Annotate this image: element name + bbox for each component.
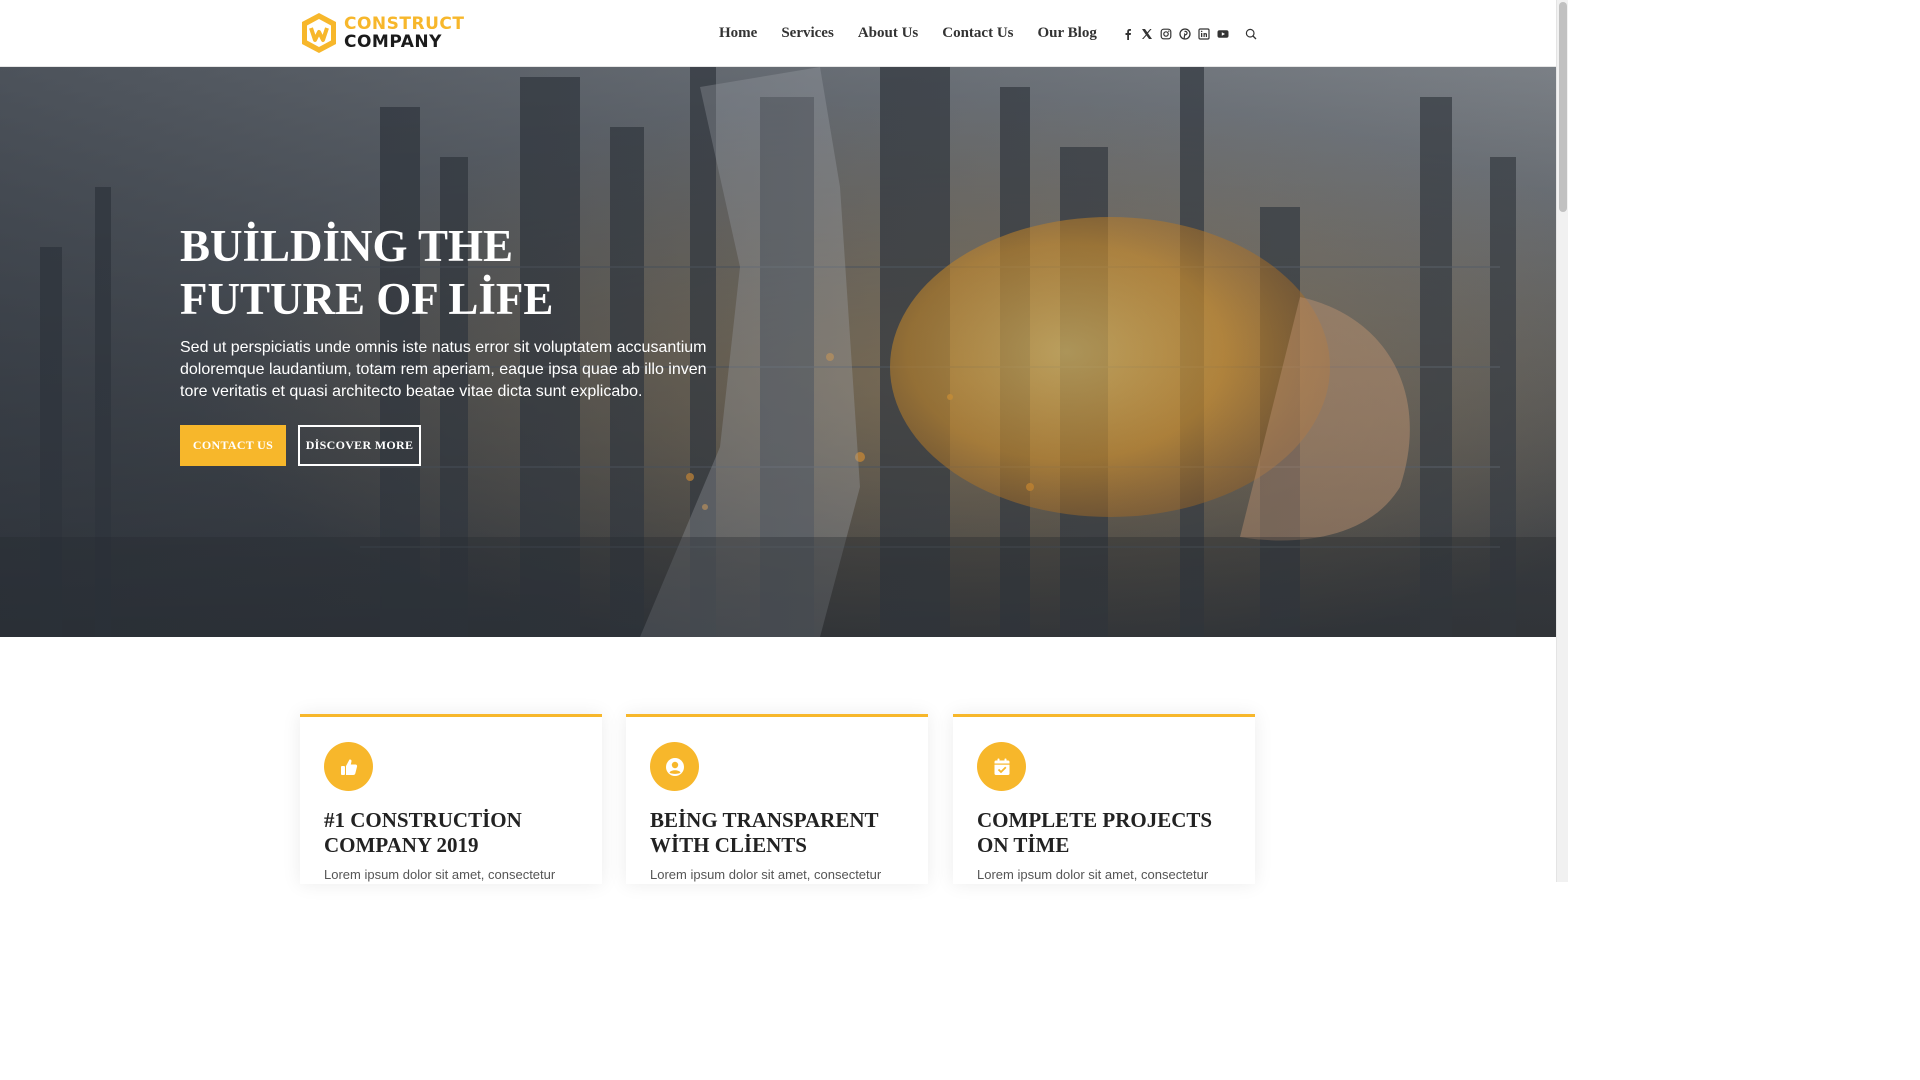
user-circle-icon: [650, 742, 699, 791]
calendar-check-icon: [977, 742, 1026, 791]
instagram-icon[interactable]: [1160, 28, 1172, 40]
linkedin-icon[interactable]: [1198, 27, 1210, 40]
hero-description: Sed ut perspiciatis unde omnis iste natu…: [180, 339, 707, 400]
feature-title-line1: BEİNG TRANSPARENT: [650, 808, 879, 832]
contact-us-button[interactable]: CONTACT US: [180, 425, 286, 466]
site-header: CONSTRUCT COMPANY Home Services About Us…: [0, 0, 1556, 67]
social-links: [1122, 0, 1257, 67]
youtube-icon[interactable]: [1217, 28, 1229, 40]
feature-title-line1: COMPLETE PROJECTS: [977, 808, 1213, 832]
hero-title-line2: FUTURE OF LİFE: [180, 274, 554, 324]
feature-card: #1 CONSTRUCTİON COMPANY 2019 Lorem ipsum…: [300, 714, 602, 884]
scrollbar-thumb[interactable]: [1559, 2, 1567, 212]
search-icon[interactable]: [1245, 28, 1257, 40]
feature-card: COMPLETE PROJECTS ON TİME Lorem ipsum do…: [953, 714, 1255, 884]
feature-title: #1 CONSTRUCTİON COMPANY 2019: [324, 808, 584, 858]
x-twitter-icon[interactable]: [1141, 28, 1153, 40]
feature-title-line2: WİTH CLİENTS: [650, 833, 807, 857]
feature-text: Lorem ipsum dolor sit amet, consectetur: [650, 867, 882, 882]
feature-title: COMPLETE PROJECTS ON TİME: [977, 808, 1237, 858]
hero-section: BUİLDİNG THE FUTURE OF LİFE Sed ut persp…: [0, 67, 1556, 637]
page-scrollbar[interactable]: [1556, 0, 1568, 882]
nav-services[interactable]: Services: [769, 25, 845, 42]
thumbs-up-icon: [324, 742, 373, 791]
construct-logo-mark: [302, 13, 336, 53]
nav-our-blog[interactable]: Our Blog: [1026, 25, 1109, 42]
feature-text: Lorem ipsum dolor sit amet, consectetur: [977, 867, 1209, 882]
hero-title: BUİLDİNG THE FUTURE OF LİFE: [180, 220, 740, 326]
site-logo[interactable]: CONSTRUCT COMPANY: [300, 12, 464, 54]
nav-contact-us[interactable]: Contact Us: [930, 25, 1025, 42]
logo-text-company: COMPANY: [344, 32, 442, 52]
main-nav: Home Services About Us Contact Us Our Bl…: [707, 0, 1109, 67]
feature-text: Lorem ipsum dolor sit amet, consectetur: [324, 867, 556, 882]
feature-title-line2: COMPANY 2019: [324, 833, 479, 857]
nav-home[interactable]: Home: [707, 25, 769, 42]
facebook-icon[interactable]: [1122, 28, 1134, 40]
logo-text-construct: CONSTRUCT: [344, 14, 465, 34]
feature-title: BEİNG TRANSPARENT WİTH CLİENTS: [650, 808, 910, 858]
discover-more-button[interactable]: DİSCOVER MORE: [298, 425, 421, 466]
nav-about-us[interactable]: About Us: [846, 25, 930, 42]
feature-title-line2: ON TİME: [977, 833, 1070, 857]
pinterest-icon[interactable]: [1179, 27, 1191, 40]
feature-card: BEİNG TRANSPARENT WİTH CLİENTS Lorem ips…: [626, 714, 928, 884]
feature-title-line1: #1 CONSTRUCTİON: [324, 808, 522, 832]
hero-title-line1: BUİLDİNG THE: [180, 221, 514, 271]
